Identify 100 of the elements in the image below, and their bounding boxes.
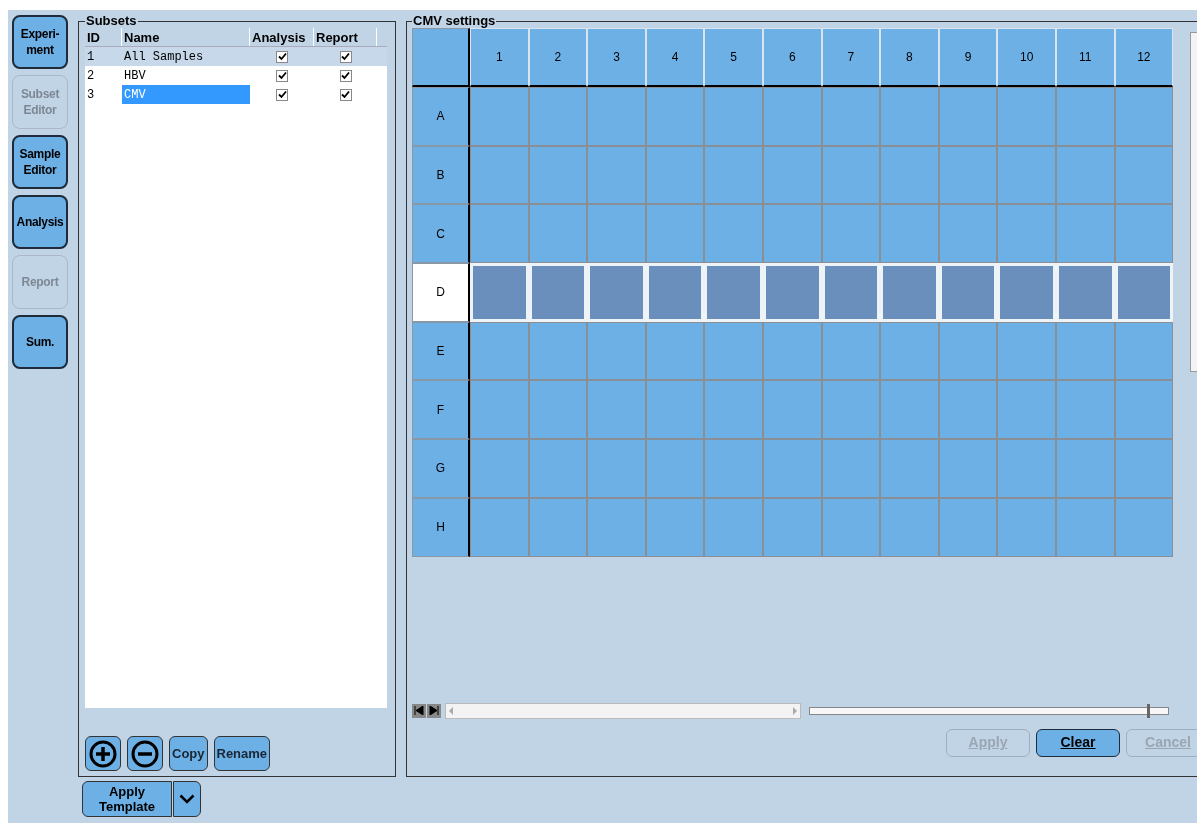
well[interactable]	[1055, 439, 1115, 498]
well[interactable]	[645, 204, 705, 264]
well[interactable]	[470, 497, 529, 557]
column-header[interactable]: 7	[821, 28, 881, 87]
well[interactable]	[762, 439, 822, 498]
well[interactable]	[880, 87, 939, 146]
well[interactable]	[528, 380, 588, 440]
well[interactable]	[587, 439, 646, 498]
horizontal-scrollbar[interactable]	[445, 702, 801, 719]
column-header[interactable]: 6	[762, 28, 822, 87]
well[interactable]	[704, 321, 763, 381]
vertical-scrollbar[interactable]	[1190, 32, 1197, 372]
well[interactable]	[587, 145, 646, 205]
well[interactable]	[997, 321, 1056, 381]
action-button[interactable]: Rename	[213, 736, 271, 771]
well[interactable]	[821, 380, 881, 440]
well[interactable]	[997, 439, 1056, 498]
well[interactable]	[997, 87, 1056, 146]
scroll-left-icon[interactable]	[448, 706, 454, 715]
well[interactable]	[821, 145, 881, 205]
row-header[interactable]: F	[412, 380, 470, 440]
well[interactable]	[470, 380, 529, 440]
nav-button[interactable]: Experi- ment	[12, 15, 68, 69]
well[interactable]	[762, 145, 822, 205]
row-header[interactable]: C	[412, 204, 470, 264]
checkbox[interactable]	[339, 50, 352, 63]
well[interactable]	[997, 497, 1056, 557]
well[interactable]	[704, 145, 763, 205]
well[interactable]	[997, 204, 1056, 264]
well[interactable]	[528, 439, 588, 498]
slider-thumb[interactable]	[1146, 703, 1150, 718]
well[interactable]	[528, 204, 588, 264]
well[interactable]	[762, 87, 822, 146]
well[interactable]	[470, 204, 529, 264]
well[interactable]	[528, 497, 588, 557]
well[interactable]	[1055, 145, 1115, 205]
well[interactable]	[470, 145, 529, 205]
well[interactable]	[880, 145, 939, 205]
well[interactable]	[645, 321, 705, 381]
well[interactable]	[470, 87, 529, 146]
well[interactable]	[704, 204, 763, 264]
dialog-button[interactable]: Clear	[1036, 728, 1120, 757]
well[interactable]	[938, 204, 998, 264]
well[interactable]	[704, 380, 763, 440]
nav-button[interactable]: Sample Editor	[12, 135, 68, 189]
well[interactable]	[587, 380, 646, 440]
checkbox[interactable]	[339, 88, 352, 101]
column-header[interactable]: 8	[880, 28, 939, 87]
first-icon[interactable]	[412, 703, 426, 718]
well[interactable]	[938, 87, 998, 146]
well[interactable]	[645, 497, 705, 557]
well[interactable]	[821, 439, 881, 498]
well[interactable]	[1114, 380, 1174, 440]
well[interactable]	[880, 380, 939, 440]
well[interactable]	[587, 321, 646, 381]
checkbox[interactable]	[339, 69, 352, 82]
row-header[interactable]: D	[412, 263, 470, 322]
well[interactable]	[1055, 380, 1115, 440]
well[interactable]	[1055, 497, 1115, 557]
dropdown-button[interactable]	[173, 781, 201, 817]
well[interactable]	[938, 380, 998, 440]
row-header[interactable]: B	[412, 145, 470, 205]
well[interactable]	[645, 380, 705, 440]
row-header[interactable]: G	[412, 439, 470, 498]
column-header[interactable]: 5	[704, 28, 763, 87]
row-header[interactable]: H	[412, 497, 470, 557]
add-button[interactable]	[85, 736, 121, 771]
well[interactable]	[645, 145, 705, 205]
column-header[interactable]: 12	[1114, 28, 1174, 87]
well[interactable]	[997, 145, 1056, 205]
well[interactable]	[1114, 439, 1174, 498]
well[interactable]	[528, 321, 588, 381]
last-icon[interactable]	[427, 703, 441, 718]
column-header[interactable]: 2	[528, 28, 588, 87]
well[interactable]	[938, 145, 998, 205]
well[interactable]	[1055, 204, 1115, 264]
well[interactable]	[1114, 145, 1174, 205]
well[interactable]	[821, 321, 881, 381]
column-header[interactable]: 10	[997, 28, 1056, 87]
column-header[interactable]: 9	[938, 28, 998, 87]
well[interactable]	[528, 87, 588, 146]
well[interactable]	[1055, 321, 1115, 381]
well[interactable]	[762, 204, 822, 264]
well[interactable]	[938, 497, 998, 557]
well[interactable]	[587, 87, 646, 146]
row-header[interactable]: E	[412, 321, 470, 381]
well[interactable]	[470, 321, 529, 381]
well[interactable]	[587, 204, 646, 264]
scroll-right-icon[interactable]	[792, 706, 798, 715]
well[interactable]	[938, 321, 998, 381]
well[interactable]	[997, 380, 1056, 440]
well[interactable]	[528, 145, 588, 205]
well[interactable]	[704, 439, 763, 498]
well[interactable]	[821, 204, 881, 264]
well[interactable]	[762, 380, 822, 440]
remove-button[interactable]	[127, 736, 163, 771]
well[interactable]	[880, 321, 939, 381]
nav-button[interactable]: Analysis	[12, 195, 68, 249]
subset-row[interactable]: 1 All Samples	[85, 47, 387, 66]
row-header[interactable]: A	[412, 87, 470, 146]
